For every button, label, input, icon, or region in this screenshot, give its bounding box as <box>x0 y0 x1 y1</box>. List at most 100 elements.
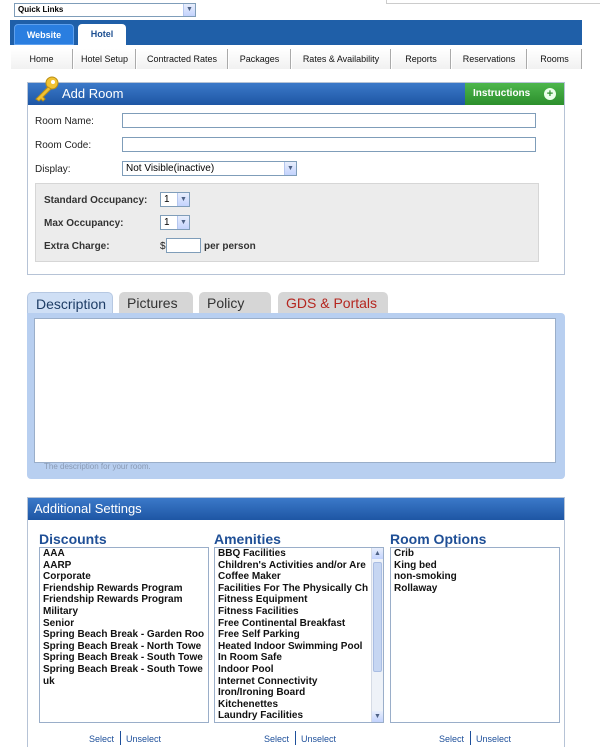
list-item[interactable]: King bed <box>391 560 559 572</box>
list-item[interactable]: Military <box>40 606 208 618</box>
standard-occupancy-label: Standard Occupancy: <box>44 195 148 206</box>
max-occupancy-select[interactable]: 1 ▼ <box>160 215 190 230</box>
list-item[interactable]: Children's Activities and/or Are <box>215 560 383 572</box>
list-item[interactable]: Fitness Facilities <box>215 606 383 618</box>
list-item[interactable]: Heated Indoor Swimming Pool <box>215 641 383 653</box>
list-item[interactable]: AARP <box>40 560 208 572</box>
main-nav: Home Hotel Setup Contracted Rates Packag… <box>10 49 582 69</box>
tab-pictures[interactable]: Pictures <box>119 292 193 314</box>
amenities-scrollbar[interactable]: ▲ ▼ <box>371 548 383 722</box>
list-item[interactable]: BBQ Facilities <box>215 548 383 560</box>
tab-website[interactable]: Website <box>14 24 74 45</box>
list-item[interactable]: Spring Beach Break - South Towe <box>40 652 208 664</box>
list-item[interactable]: In Room Safe <box>215 652 383 664</box>
display-label: Display: <box>35 164 71 175</box>
quick-links-label: Quick Links <box>18 5 64 14</box>
list-item[interactable]: Coffee Maker <box>215 571 383 583</box>
extra-charge-input[interactable] <box>166 238 201 253</box>
additional-settings-header: Additional Settings <box>28 498 564 520</box>
amenities-list[interactable]: BBQ Facilities Children's Activities and… <box>214 547 384 723</box>
max-occupancy-label: Max Occupancy: <box>44 218 124 229</box>
divider <box>295 731 296 745</box>
list-item[interactable]: uk <box>40 676 208 688</box>
description-textarea[interactable] <box>34 318 556 463</box>
room-options-unselect-link[interactable]: Unselect <box>476 734 511 744</box>
tab-description[interactable]: Description <box>27 292 113 314</box>
room-code-input[interactable] <box>122 137 536 152</box>
standard-occupancy-select[interactable]: 1 ▼ <box>160 192 190 207</box>
occupancy-section: Standard Occupancy: 1 ▼ Max Occupancy: 1… <box>35 183 539 262</box>
discounts-unselect-link[interactable]: Unselect <box>126 734 161 744</box>
room-name-input[interactable] <box>122 113 536 128</box>
list-item[interactable]: Laundry Facilities <box>215 710 383 722</box>
description-panel: The description for your room. <box>27 313 565 479</box>
instructions-button[interactable]: Instructions + <box>465 83 564 105</box>
room-code-label: Room Code: <box>35 140 92 151</box>
list-item[interactable]: Indoor Pool <box>215 664 383 676</box>
list-item[interactable]: Friendship Rewards Program <box>40 583 208 595</box>
key-icon <box>35 76 59 102</box>
additional-settings-title: Additional Settings <box>34 501 142 516</box>
scroll-up-icon[interactable]: ▲ <box>372 548 383 559</box>
nav-hotel-setup[interactable]: Hotel Setup <box>73 49 136 69</box>
add-room-header: Add Room Instructions + <box>28 76 564 105</box>
instructions-label: Instructions <box>473 88 531 99</box>
list-item[interactable]: Spring Beach Break - North Towe <box>40 641 208 653</box>
list-item[interactable]: Iron/Ironing Board <box>215 687 383 699</box>
nav-packages[interactable]: Packages <box>228 49 291 69</box>
amenities-title: Amenities <box>214 531 281 547</box>
nav-reports[interactable]: Reports <box>391 49 451 69</box>
per-person-label: per person <box>204 241 256 252</box>
room-options-title: Room Options <box>390 531 487 547</box>
display-select[interactable]: Not Visible(inactive) ▼ <box>122 161 297 176</box>
extra-charge-label: Extra Charge: <box>44 241 110 252</box>
list-item[interactable]: Facilities For The Physically Ch <box>215 583 383 595</box>
description-hint: The description for your room. <box>44 462 151 471</box>
list-item[interactable]: Rollaway <box>391 583 559 595</box>
discounts-list[interactable]: AAA AARP Corporate Friendship Rewards Pr… <box>39 547 209 723</box>
add-room-panel: Add Room Instructions + Room Name: Room … <box>27 76 565 275</box>
list-item[interactable]: Spring Beach Break - South Towe <box>40 664 208 676</box>
amenities-unselect-link[interactable]: Unselect <box>301 734 336 744</box>
nav-contracted-rates[interactable]: Contracted Rates <box>136 49 228 69</box>
list-item[interactable]: Spring Beach Break - Garden Roo <box>40 629 208 641</box>
tab-policy[interactable]: Policy <box>199 292 271 314</box>
list-item[interactable]: Crib <box>391 548 559 560</box>
list-item[interactable]: Corporate <box>40 571 208 583</box>
max-occupancy-value: 1 <box>164 217 170 228</box>
list-item[interactable]: Internet Connectivity <box>215 676 383 688</box>
room-options-list[interactable]: Crib King bed non-smoking Rollaway <box>390 547 560 723</box>
chevron-down-icon: ▼ <box>284 162 296 175</box>
scroll-thumb[interactable] <box>373 562 382 672</box>
nav-rates-availability[interactable]: Rates & Availability <box>291 49 391 69</box>
quick-links-select[interactable]: Quick Links ▼ <box>14 3 196 17</box>
amenities-select-link[interactable]: Select <box>264 734 289 744</box>
nav-rooms[interactable]: Rooms <box>527 49 582 69</box>
list-item[interactable]: Senior <box>40 618 208 630</box>
list-item[interactable]: non-smoking <box>391 571 559 583</box>
top-right-box <box>386 0 600 4</box>
currency-symbol: $ <box>160 241 166 252</box>
discounts-select-link[interactable]: Select <box>89 734 114 744</box>
divider <box>470 731 471 745</box>
standard-occupancy-value: 1 <box>164 194 170 205</box>
room-name-label: Room Name: <box>35 116 94 127</box>
list-item[interactable]: Free Self Parking <box>215 629 383 641</box>
chevron-down-icon: ▼ <box>177 216 189 229</box>
top-bar: Quick Links ▼ <box>0 0 600 20</box>
list-item[interactable]: AAA <box>40 548 208 560</box>
room-options-select-link[interactable]: Select <box>439 734 464 744</box>
tab-hotel[interactable]: Hotel <box>78 24 126 45</box>
list-item[interactable]: Friendship Rewards Program <box>40 594 208 606</box>
add-room-title: Add Room <box>62 86 124 101</box>
list-item[interactable]: Free Continental Breakfast <box>215 618 383 630</box>
chevron-down-icon: ▼ <box>177 193 189 206</box>
nav-reservations[interactable]: Reservations <box>451 49 527 69</box>
divider <box>120 731 121 745</box>
tab-gds-portals[interactable]: GDS & Portals <box>278 292 388 314</box>
list-item[interactable]: Kitchenettes <box>215 699 383 711</box>
scroll-down-icon[interactable]: ▼ <box>372 711 383 722</box>
list-item[interactable]: Fitness Equipment <box>215 594 383 606</box>
nav-home[interactable]: Home <box>10 49 73 69</box>
chevron-down-icon: ▼ <box>183 4 195 16</box>
